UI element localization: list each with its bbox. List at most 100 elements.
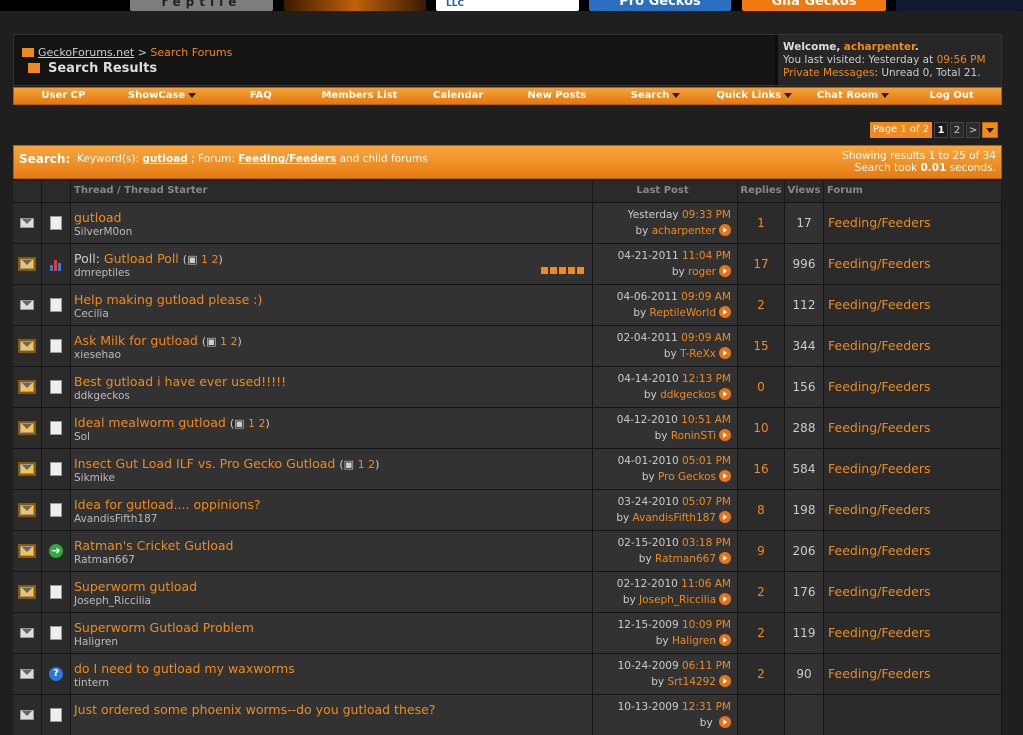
go-to-last-post-icon[interactable] xyxy=(719,511,731,523)
thread-forum-link[interactable]: Feeding/Feeders xyxy=(824,408,1002,448)
thread-forum-link[interactable] xyxy=(824,695,1002,735)
thread-forum-link[interactable]: Feeding/Feeders xyxy=(824,572,1002,612)
go-to-last-post-icon[interactable] xyxy=(719,593,731,605)
go-to-last-post-icon[interactable] xyxy=(719,347,731,359)
thread-forum-link[interactable]: Feeding/Feeders xyxy=(824,654,1002,694)
replies-count[interactable]: 2 xyxy=(738,572,785,612)
thread-forum-link[interactable]: Feeding/Feeders xyxy=(824,449,1002,489)
thread-title-link[interactable]: Superworm Gutload Problem xyxy=(74,620,254,635)
replies-count[interactable]: 1 xyxy=(738,203,785,243)
header-replies[interactable]: Replies xyxy=(738,181,785,202)
replies-count[interactable]: 10 xyxy=(738,408,785,448)
replies-count[interactable]: 0 xyxy=(738,367,785,407)
header-last-post[interactable]: Last Post xyxy=(593,181,738,202)
thread-starter-link[interactable]: Haligren xyxy=(74,636,118,648)
thread-page-link[interactable]: 1 xyxy=(201,253,208,266)
menu-item-members-list[interactable]: Members List xyxy=(310,88,409,104)
thread-forum-link[interactable]: Feeding/Feeders xyxy=(824,326,1002,366)
thread-title-link[interactable]: gutload xyxy=(74,210,121,225)
page-1-link[interactable]: 1 xyxy=(934,122,949,138)
last-poster-link[interactable]: roger xyxy=(688,266,716,278)
breadcrumb-site-link[interactable]: GeckoForums.net xyxy=(38,46,134,59)
last-poster-link[interactable]: AvandisFifth187 xyxy=(633,512,716,524)
thread-page-link[interactable]: 1 xyxy=(358,458,365,471)
thread-page-link[interactable]: 2 xyxy=(368,458,375,471)
replies-count[interactable]: 2 xyxy=(738,285,785,325)
sponsor-ad-pro-geckos[interactable]: Pro Geckos xyxy=(589,0,731,11)
thread-starter-link[interactable]: Joseph_Riccilia xyxy=(74,595,151,607)
go-to-last-post-icon[interactable] xyxy=(719,552,731,564)
menu-item-user-cp[interactable]: User CP xyxy=(14,88,113,104)
replies-count[interactable]: 2 xyxy=(738,654,785,694)
last-poster-link[interactable]: acharpenter xyxy=(652,225,716,237)
menu-item-log-out[interactable]: Log Out xyxy=(902,88,1001,104)
thread-forum-link[interactable]: Feeding/Feeders xyxy=(824,613,1002,653)
thread-title-link[interactable]: Insect Gut Load ILF vs. Pro Gecko Gutloa… xyxy=(74,456,335,471)
replies-count[interactable]: 9 xyxy=(738,531,785,571)
sponsor-ad-reptile[interactable]: reptile xyxy=(130,0,273,11)
go-to-last-post-icon[interactable] xyxy=(719,388,731,400)
menu-item-showcase[interactable]: ShowCase xyxy=(113,88,212,104)
last-poster-link[interactable]: Pro Geckos xyxy=(658,471,716,483)
page-jump-dropdown[interactable] xyxy=(982,122,999,138)
sponsor-ad-3[interactable]: LLC xyxy=(436,0,579,11)
replies-count[interactable]: 8 xyxy=(738,490,785,530)
forum-filter-link[interactable]: Feeding/Feeders xyxy=(238,153,336,165)
thread-title-link[interactable]: Ask Milk for gutload xyxy=(74,333,198,348)
thread-page-link[interactable]: 1 xyxy=(220,335,227,348)
thread-forum-link[interactable]: Feeding/Feeders xyxy=(824,531,1002,571)
thread-forum-link[interactable]: Feeding/Feeders xyxy=(824,285,1002,325)
sponsor-ad-gila-geckos[interactable]: Gila Geckos xyxy=(742,0,886,11)
thread-title-link[interactable]: Superworm gutload xyxy=(74,579,197,594)
thread-starter-link[interactable]: Ratman667 xyxy=(74,554,135,566)
thread-title-link[interactable]: Help making gutload please :) xyxy=(74,292,262,307)
breadcrumb-current-link[interactable]: Search Forums xyxy=(150,46,232,59)
header-thread[interactable]: Thread / Thread Starter xyxy=(71,181,593,202)
thread-forum-link[interactable]: Feeding/Feeders xyxy=(824,203,1002,243)
thread-page-link[interactable]: 2 xyxy=(231,335,238,348)
header-forum[interactable]: Forum xyxy=(824,181,1002,202)
thread-title-link[interactable]: do I need to gutload my waxworms xyxy=(74,661,295,676)
replies-count[interactable] xyxy=(738,695,785,735)
thread-title-link[interactable]: Ratman's Cricket Gutload xyxy=(74,538,233,553)
replies-count[interactable]: 2 xyxy=(738,613,785,653)
last-poster-link[interactable]: ReptileWorld xyxy=(650,307,716,319)
page-count-dropdown[interactable]: Page 1 of 2 xyxy=(870,122,933,138)
thread-page-link[interactable]: 2 xyxy=(211,253,218,266)
thread-starter-link[interactable]: SilverM0on xyxy=(74,226,132,238)
last-poster-link[interactable]: Ratman667 xyxy=(655,553,716,565)
last-poster-link[interactable]: ddkgeckos xyxy=(660,389,716,401)
thread-forum-link[interactable]: Feeding/Feeders xyxy=(824,367,1002,407)
thread-starter-link[interactable]: ddkgeckos xyxy=(74,390,130,402)
thread-starter-link[interactable]: dmreptiles xyxy=(74,267,130,279)
thread-title-link[interactable]: Just ordered some phoenix worms--do you … xyxy=(74,702,435,717)
last-poster-link[interactable]: Srt14292 xyxy=(667,676,716,688)
thread-title-link[interactable]: Idea for gutload.... oppinions? xyxy=(74,497,261,512)
thread-starter-link[interactable]: Sol xyxy=(74,431,90,443)
thread-starter-link[interactable]: tintern xyxy=(74,677,109,689)
thread-starter-link[interactable]: AvandisFifth187 xyxy=(74,513,157,525)
menu-item-calendar[interactable]: Calendar xyxy=(409,88,508,104)
header-views[interactable]: Views xyxy=(785,181,824,202)
last-poster-link[interactable]: RoninSTi xyxy=(671,430,716,442)
keyword-link[interactable]: gutload xyxy=(142,153,187,165)
replies-count[interactable]: 16 xyxy=(738,449,785,489)
go-to-last-post-icon[interactable] xyxy=(719,634,731,646)
last-poster-link[interactable]: Joseph_Riccilia xyxy=(639,594,716,606)
thread-starter-link[interactable]: Sikmike xyxy=(74,472,115,484)
go-to-last-post-icon[interactable] xyxy=(719,470,731,482)
menu-item-chat-room[interactable]: Chat Room xyxy=(804,88,903,104)
thread-starter-link[interactable]: xiesehao xyxy=(74,349,121,361)
thread-page-link[interactable]: 1 xyxy=(248,417,255,430)
go-to-last-post-icon[interactable] xyxy=(719,224,731,236)
sponsor-ad-2[interactable] xyxy=(284,0,426,11)
sponsor-ad-6[interactable] xyxy=(896,0,1023,11)
thread-forum-link[interactable]: Feeding/Feeders xyxy=(824,490,1002,530)
page-2-link[interactable]: 2 xyxy=(950,122,965,138)
last-poster-link[interactable]: T-ReXx xyxy=(680,348,716,360)
thread-forum-link[interactable]: Feeding/Feeders xyxy=(824,244,1002,284)
username-link[interactable]: acharpenter xyxy=(844,41,915,53)
go-to-last-post-icon[interactable] xyxy=(719,429,731,441)
thread-title-link[interactable]: Gutload Poll xyxy=(104,251,179,266)
menu-item-new-posts[interactable]: New Posts xyxy=(508,88,607,104)
